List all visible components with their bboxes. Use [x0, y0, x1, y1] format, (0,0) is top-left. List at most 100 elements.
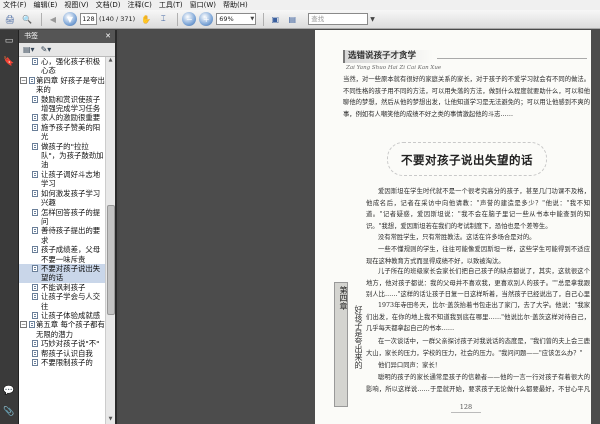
bookmark-icon — [32, 293, 38, 301]
pages-icon[interactable]: ▭ — [3, 35, 15, 47]
previous-view-icon[interactable]: ◀ — [46, 12, 60, 26]
bookmark-item[interactable]: 如何激发孩子学习兴趣 — [19, 189, 105, 208]
bookmark-label: 施予孩子赞美的阳光 — [41, 122, 101, 142]
bookmark-item[interactable]: 怎样回答孩子的提问 — [19, 208, 105, 227]
page-number-input[interactable]: 128 — [80, 13, 97, 25]
bookmark-item[interactable]: 善待孩子提出的要求 — [19, 226, 105, 245]
menu-window[interactable]: 窗口(W) — [190, 0, 216, 10]
menu-help[interactable]: 帮助(H) — [223, 0, 248, 10]
scrollbar-thumb[interactable] — [107, 205, 115, 315]
bookmark-label: 不要对孩子说出失望的话 — [41, 263, 101, 283]
bookmark-icon — [32, 283, 38, 291]
bookmark-item[interactable]: 不能讽刺孩子 — [19, 283, 105, 292]
next-page-button[interactable]: ▼ — [63, 12, 77, 26]
bookmark-item[interactable]: 帮孩子认识自我 — [19, 349, 105, 358]
bookmark-icon — [32, 227, 38, 235]
bookmark-icon — [32, 58, 38, 65]
bookmark-icon — [29, 321, 35, 329]
menu-comment[interactable]: 注释(C) — [128, 0, 152, 10]
find-input[interactable]: 查找 — [308, 13, 369, 25]
bookmark-item[interactable]: 鼓励和赏识使孩子增强完成学习任务 — [19, 95, 105, 114]
fit-width-icon[interactable]: ▤ — [285, 12, 299, 26]
body-paragraph: 1973年寺田冬天，比尔·盖茨抬着书包走出了家门，去了大学。他说："我家们出发，… — [366, 302, 590, 333]
bookmark-item[interactable]: 巧妙对孩子说"不" — [19, 339, 105, 348]
running-head-pinyin: Zai Yang Shuo Hai Zi Cai Kan Xue — [346, 65, 442, 71]
new-bookmark-icon[interactable]: ✎▾ — [41, 45, 52, 54]
toolbar: 🖨 🔍 ◀ ▼ 128 (140 / 371) ✋ ⌶ − + 69% ▼ ▣ ▤… — [0, 10, 600, 29]
collapse-icon[interactable]: − — [20, 321, 27, 329]
bookmark-icon — [29, 76, 35, 84]
bookmark-icon — [32, 114, 38, 122]
menu-document[interactable]: 文档(D) — [96, 0, 121, 10]
attachments-icon[interactable]: 📎 — [3, 406, 15, 418]
bookmark-item[interactable]: 让孩子体验成就感 — [19, 311, 105, 320]
toolbar-separator — [263, 12, 265, 26]
find-dropdown-icon[interactable]: ▼ — [370, 16, 375, 23]
bookmark-item[interactable]: 做孩子的"拉拉队"，为孩子鼓劲加油 — [19, 142, 105, 170]
bookmark-label: 善待孩子提出的要求 — [41, 226, 101, 245]
comments-icon[interactable]: 💬 — [3, 385, 15, 397]
bookmarks-panel-title: 书签 — [24, 32, 38, 40]
pdf-reader-window: 文件(F) 编辑(E) 视图(V) 文档(D) 注释(C) 工具(T) 窗口(W… — [0, 0, 600, 424]
running-head: 选错说孩子才贪学 — [343, 50, 433, 63]
bookmarks-panel-header: 书签 ✕ — [19, 30, 115, 43]
scroll-down-icon[interactable]: ▼ — [106, 416, 115, 424]
bookmarks-toolbar: ▤▾ ✎▾ — [19, 43, 115, 57]
bookmark-icon — [32, 189, 38, 197]
bookmark-label: 让孩子调好斗志地学习 — [41, 169, 101, 189]
print-icon[interactable]: 🖨 — [3, 12, 17, 26]
zoom-value: 69% — [219, 15, 234, 23]
zoom-in-button[interactable]: + — [199, 12, 214, 26]
body-paragraph: 他们异口同声：家长！ — [378, 362, 441, 369]
bookmarks-panel: 书签 ✕ ▤▾ ✎▾ 心，强化孩子积极心态 − 第四章 好孩子是夸出来的 鼓励和赏识使… — [19, 30, 117, 424]
bookmark-item[interactable]: 心，强化孩子积极心态 — [19, 57, 105, 76]
bookmarks-scrollbar[interactable]: ▲ ▼ — [105, 57, 115, 424]
bookmark-icon — [32, 208, 38, 216]
collapse-icon[interactable]: − — [20, 76, 27, 84]
bookmark-icon — [32, 123, 38, 131]
bookmark-item[interactable]: 不要限制孩子的 — [19, 358, 105, 367]
chevron-down-icon: ▼ — [250, 16, 255, 22]
body-paragraph: 一些不懂规则的学生，往往可能像爱因斯坦一样，这些学生可能得到不适应现在这种教育方… — [366, 246, 590, 265]
bookmark-item[interactable]: 不要对孩子说出失望的话 — [19, 263, 105, 283]
bookmark-chapter[interactable]: − 第五章 每个孩子都有无限的潜力 — [19, 320, 105, 339]
bookmark-label: 第四章 好孩子是夸出来的 — [36, 75, 105, 95]
bookmark-icon — [32, 246, 38, 254]
zoom-select[interactable]: 69% ▼ — [216, 13, 257, 25]
search-icon[interactable]: 🔍 — [20, 12, 34, 26]
bookmark-label: 如何激发孩子学习兴趣 — [41, 188, 101, 208]
bookmark-item[interactable]: 让孩子调好斗志地学习 — [19, 170, 105, 189]
bookmark-icon — [32, 170, 38, 178]
bookmark-item[interactable]: 孩子成绩差，父母不要一味斥责 — [19, 245, 105, 264]
bookmark-item[interactable]: 施予孩子赞美的阳光 — [19, 123, 105, 142]
bookmark-label: 帮孩子认识自我 — [41, 348, 93, 358]
page-number: 128 — [451, 403, 481, 413]
bookmark-icon — [32, 264, 38, 272]
hand-tool-icon[interactable]: ✋ — [139, 12, 153, 26]
body-paragraph: 没有常胜学生，只有常胜教法。这话在许多场合是对的。 — [378, 234, 536, 241]
bookmark-label: 第五章 每个孩子都有无限的潜力 — [36, 320, 105, 339]
bookmark-item[interactable]: 家人的激励很重要 — [19, 113, 105, 122]
bookmark-label: 怎样回答孩子的提问 — [41, 207, 101, 226]
scroll-up-icon[interactable]: ▲ — [106, 57, 115, 65]
bookmark-options-icon[interactable]: ▤▾ — [23, 45, 35, 54]
bookmark-item[interactable]: 让孩子学会与人交往 — [19, 292, 105, 311]
bookmarks-icon[interactable]: 🔖 — [3, 56, 15, 68]
close-icon[interactable]: ✕ — [105, 30, 111, 43]
body-paragraph: 儿子所在的班级家长会家长们把自己孩子的缺点都说了，其实，这就很这个地方，他对孩子… — [366, 268, 590, 299]
bookmark-chapter[interactable]: − 第四章 好孩子是夸出来的 — [19, 76, 105, 95]
side-chapter-label: 第四章 — [339, 286, 348, 310]
bookmark-label: 做孩子的"拉拉队"，为孩子鼓劲加油 — [41, 141, 104, 170]
select-tool-icon[interactable]: ⌶ — [156, 12, 170, 26]
body-paragraph: 聪明的孩子的家长通常是孩子的信赖者——他的一言一行对孩子有着很大的影响，所以这样… — [366, 374, 590, 393]
menu-view[interactable]: 视图(V) — [64, 0, 88, 10]
side-chapter-text: 好孩子是夸出来的 — [354, 305, 363, 369]
fit-page-icon[interactable]: ▣ — [268, 12, 282, 26]
menu-edit[interactable]: 编辑(E) — [34, 0, 58, 10]
zoom-out-button[interactable]: − — [182, 12, 197, 26]
intro-paragraph: 当然，对一些原本就有很好的家庭关系的家长，对于孩子的不爱学习就会有不同的做法。不… — [343, 76, 590, 118]
menu-file[interactable]: 文件(F) — [3, 0, 27, 10]
menu-tools[interactable]: 工具(T) — [159, 0, 183, 10]
chapter-title: 不要对孩子说出失望的话 — [401, 153, 533, 167]
bookmark-label: 不能讽刺孩子 — [41, 282, 86, 292]
